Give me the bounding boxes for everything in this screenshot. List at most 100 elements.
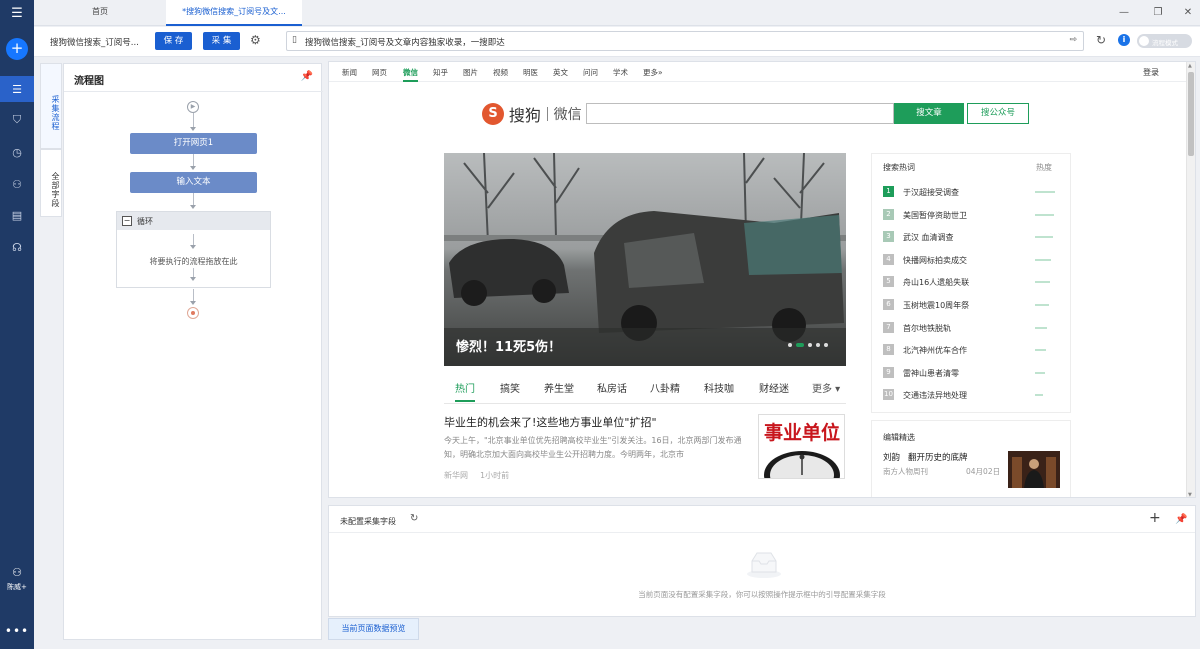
category-tech[interactable]: 科技咖 — [704, 380, 734, 395]
go-icon[interactable]: ⇨ — [1069, 35, 1077, 45]
pin-icon[interactable]: 📌 — [1175, 514, 1187, 525]
flow-end-icon — [187, 307, 199, 319]
tab-current-task[interactable]: *搜狗微信搜索_订阅号及文... — [166, 0, 302, 26]
hot-search-item[interactable]: 7 首尔地铁脱轨 — [883, 321, 1068, 334]
headline-carousel[interactable]: 惨烈！11死5伤！ — [444, 153, 846, 366]
refresh-fields-icon[interactable]: ↻ — [410, 513, 418, 524]
scroll-up-icon[interactable]: ▲ — [1188, 63, 1192, 69]
nav-news[interactable]: 新闻 — [342, 67, 357, 78]
hot-search-item[interactable]: 1 于汉超接受调查 — [883, 186, 1068, 198]
nav-more[interactable]: 更多» — [643, 67, 663, 78]
hot-search-item[interactable]: 2 美国暂停资助世卫 — [883, 208, 1068, 221]
nav-wenwen[interactable]: 问问 — [583, 67, 598, 78]
flow-mode-toggle[interactable]: 流程模式 — [1137, 34, 1192, 48]
connector-arrow — [190, 127, 196, 131]
url-bar[interactable]: ▯ 搜狗微信搜索_订阅号及文章内容独家收录，一搜即达 ⇨ — [286, 31, 1084, 51]
category-finance[interactable]: 财经迷 — [759, 380, 789, 395]
flow-loop[interactable]: − 循环 将要执行的流程拖放在此 — [116, 211, 271, 288]
sogou-weixin-logo[interactable]: S 搜狗 微信 — [482, 102, 582, 126]
nav-web[interactable]: 网页 — [372, 67, 387, 78]
editor-pick-thumbnail[interactable] — [1008, 451, 1060, 488]
hot-search-term[interactable]: 舟山16人遗船失联 — [903, 277, 969, 288]
hot-search-item[interactable]: 6 玉树地震10周年祭 — [883, 299, 1068, 311]
collapse-menu-icon[interactable]: ☰ — [0, 0, 34, 26]
editor-pick-title[interactable]: 刘韵 翻开历史的底牌 — [883, 451, 968, 463]
nav-images[interactable]: 图片 — [463, 67, 478, 78]
page-scrollbar[interactable]: ▲ ▼ — [1186, 62, 1195, 497]
editor-pick-source[interactable]: 南方人物周刊 — [883, 466, 928, 477]
nav-scholar[interactable]: 学术 — [613, 67, 628, 78]
hot-search-term[interactable]: 于汉超接受调查 — [903, 187, 959, 198]
nav-mingyi[interactable]: 明医 — [523, 67, 538, 78]
info-icon[interactable]: i — [1118, 34, 1130, 46]
filter-icon[interactable]: ⛉ — [0, 107, 34, 133]
search-articles-button[interactable]: 搜文章 — [894, 103, 964, 124]
close-icon[interactable]: ✕ — [1180, 5, 1196, 21]
carousel-dot[interactable] — [824, 343, 828, 347]
refresh-icon[interactable]: ↻ — [1096, 33, 1106, 47]
headline-caption[interactable]: 惨烈！11死5伤！ — [456, 336, 561, 355]
category-gossip[interactable]: 八卦精 — [650, 380, 680, 395]
scroll-down-icon[interactable]: ▼ — [1188, 492, 1192, 497]
add-field-icon[interactable]: + — [1149, 510, 1161, 526]
news-thumbnail[interactable]: 事业单位 — [758, 414, 845, 479]
search-accounts-button[interactable]: 搜公众号 — [967, 103, 1029, 124]
login-link[interactable]: 登录 — [1143, 67, 1159, 78]
category-funny[interactable]: 搞笑 — [500, 380, 520, 395]
hot-search-term[interactable]: 美国暂停资助世卫 — [903, 210, 967, 221]
hot-search-term[interactable]: 首尔地铁脱轨 — [903, 323, 951, 334]
restore-icon[interactable]: ❐ — [1150, 5, 1166, 21]
tab-home[interactable]: 首页 — [34, 0, 166, 26]
clock-icon[interactable]: ◷ — [0, 139, 34, 165]
collect-button[interactable]: 采 集 — [203, 32, 240, 50]
minimize-icon[interactable]: — — [1116, 5, 1132, 21]
hot-search-item[interactable]: 8 北汽神州优车合作 — [883, 344, 1068, 356]
hot-search-term[interactable]: 雷神山患者清零 — [903, 368, 959, 379]
people-icon[interactable]: ⚇ — [0, 171, 34, 197]
hot-search-term[interactable]: 北汽神州优车合作 — [903, 345, 967, 356]
hot-search-item[interactable]: 5 舟山16人遗船失联 — [883, 276, 1068, 288]
user-account[interactable]: ⚇ 陈威+ — [0, 566, 34, 592]
category-more[interactable]: 更多 ▾ — [812, 380, 840, 395]
hot-search-item[interactable]: 10 交通违法异地处理 — [883, 389, 1068, 401]
nav-video[interactable]: 视频 — [493, 67, 508, 78]
flow-node-open-page[interactable]: 打开网页1 — [130, 133, 257, 154]
new-task-button[interactable]: + — [6, 38, 28, 60]
category-health[interactable]: 养生堂 — [544, 380, 574, 395]
hot-search-item[interactable]: 9 雷神山患者清零 — [883, 366, 1068, 379]
pin-icon[interactable]: 📌 — [301, 71, 313, 82]
save-button[interactable]: 保 存 — [155, 32, 192, 50]
carousel-dot[interactable] — [788, 343, 792, 347]
document-icon[interactable]: ▤ — [0, 202, 34, 228]
gear-icon[interactable]: ⚙ — [250, 33, 261, 47]
tab-data-preview[interactable]: 当前页面数据预览 — [328, 618, 419, 640]
editor-pick-headline: 翻开历史的底牌 — [908, 453, 968, 463]
category-hot[interactable]: 热门 — [455, 380, 475, 402]
scrollbar-thumb[interactable] — [1188, 72, 1194, 156]
category-private[interactable]: 私房话 — [597, 380, 627, 395]
hot-search-term[interactable]: 快播网标拍卖成交 — [903, 255, 967, 266]
menu-icon[interactable]: ☰ — [0, 76, 34, 102]
hot-search-item[interactable]: 4 快播网标拍卖成交 — [883, 253, 1068, 266]
hot-search-term[interactable]: 玉树地震10周年祭 — [903, 300, 969, 311]
nav-zhihu[interactable]: 知乎 — [433, 67, 448, 78]
hot-search-term[interactable]: 交通违法异地处理 — [903, 390, 967, 401]
collapse-loop-icon[interactable]: − — [122, 216, 132, 226]
news-title[interactable]: 毕业生的机会来了!这些地方事业单位"扩招" — [444, 414, 749, 430]
carousel-dot[interactable] — [816, 343, 820, 347]
headset-icon[interactable]: ☊ — [0, 234, 34, 260]
hot-search-term[interactable]: 武汉 血清调查 — [903, 232, 954, 243]
search-input[interactable] — [586, 103, 894, 124]
nav-english[interactable]: 英文 — [553, 67, 568, 78]
more-menu-icon[interactable]: ••• — [0, 624, 34, 638]
tab-collect-flow[interactable]: 采集流程 — [40, 63, 62, 149]
nav-weixin[interactable]: 微信 — [403, 67, 418, 82]
task-name: 搜狗微信搜索_订阅号... — [50, 38, 139, 48]
tab-all-fields[interactable]: 全部字段 — [40, 149, 62, 217]
news-source[interactable]: 新华网 — [444, 471, 468, 480]
hot-search-heat-bar — [1035, 349, 1046, 352]
flow-node-input-text[interactable]: 输入文本 — [130, 172, 257, 193]
carousel-dot[interactable] — [808, 343, 812, 347]
carousel-dot-active[interactable] — [796, 343, 804, 347]
hot-search-item[interactable]: 3 武汉 血清调查 — [883, 231, 1068, 243]
